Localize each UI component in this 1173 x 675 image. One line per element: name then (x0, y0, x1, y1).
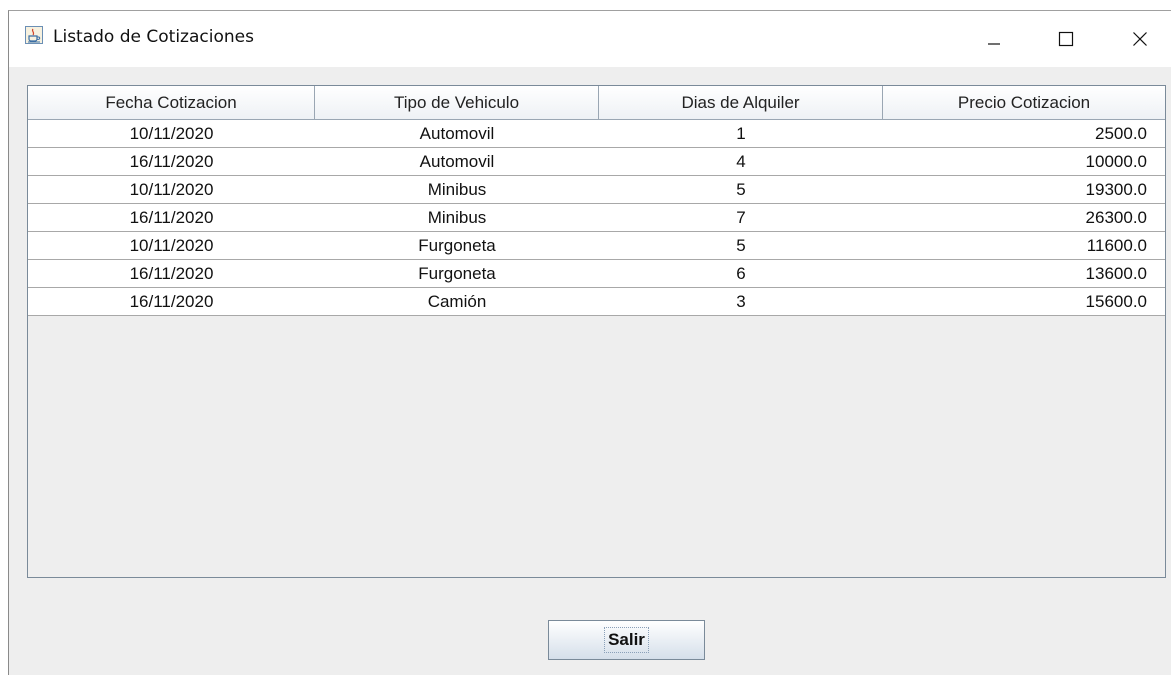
cell-fecha[interactable]: 16/11/2020 (28, 148, 315, 175)
maximize-icon (1058, 31, 1074, 47)
cell-tipo[interactable]: Minibus (315, 204, 599, 231)
quotes-table[interactable]: Fecha Cotizacion Tipo de Vehiculo Dias d… (27, 85, 1166, 578)
cell-dias[interactable]: 6 (599, 260, 883, 287)
cell-precio[interactable]: 19300.0 (883, 176, 1165, 203)
cell-precio[interactable]: 15600.0 (883, 288, 1165, 315)
cell-tipo[interactable]: Camión (315, 288, 599, 315)
cell-tipo[interactable]: Automovil (315, 120, 599, 147)
cell-dias[interactable]: 4 (599, 148, 883, 175)
column-header-fecha[interactable]: Fecha Cotizacion (28, 86, 315, 119)
cell-dias[interactable]: 3 (599, 288, 883, 315)
table-row[interactable]: 10/11/2020 Minibus 5 19300.0 (28, 176, 1165, 204)
cell-dias[interactable]: 5 (599, 176, 883, 203)
cell-fecha[interactable]: 10/11/2020 (28, 120, 315, 147)
cell-precio[interactable]: 2500.0 (883, 120, 1165, 147)
table-row[interactable]: 16/11/2020 Minibus 7 26300.0 (28, 204, 1165, 232)
cell-tipo[interactable]: Furgoneta (315, 260, 599, 287)
cell-precio[interactable]: 13600.0 (883, 260, 1165, 287)
exit-button-label: Salir (604, 627, 649, 653)
cell-tipo[interactable]: Automovil (315, 148, 599, 175)
app-window: Listado de Cotizaciones Fecha Cotizacion… (8, 10, 1171, 675)
cell-fecha[interactable]: 10/11/2020 (28, 176, 315, 203)
table-row[interactable]: 16/11/2020 Furgoneta 6 13600.0 (28, 260, 1165, 288)
column-header-dias[interactable]: Dias de Alquiler (599, 86, 883, 119)
column-header-precio[interactable]: Precio Cotizacion (883, 86, 1165, 119)
cell-dias[interactable]: 5 (599, 232, 883, 259)
cell-fecha[interactable]: 10/11/2020 (28, 232, 315, 259)
table-row[interactable]: 10/11/2020 Automovil 1 2500.0 (28, 120, 1165, 148)
table-header: Fecha Cotizacion Tipo de Vehiculo Dias d… (28, 86, 1165, 120)
title-bar[interactable]: Listado de Cotizaciones (9, 11, 1171, 67)
column-header-tipo[interactable]: Tipo de Vehiculo (315, 86, 599, 119)
table-row[interactable]: 10/11/2020 Furgoneta 5 11600.0 (28, 232, 1165, 260)
cell-fecha[interactable]: 16/11/2020 (28, 288, 315, 315)
table-row[interactable]: 16/11/2020 Automovil 4 10000.0 (28, 148, 1165, 176)
cell-dias[interactable]: 1 (599, 120, 883, 147)
close-button[interactable] (1117, 11, 1163, 67)
java-cup-icon (25, 26, 43, 44)
minimize-button[interactable] (971, 11, 1017, 67)
maximize-button[interactable] (1043, 11, 1089, 67)
window-title: Listado de Cotizaciones (53, 27, 254, 47)
cell-precio[interactable]: 11600.0 (883, 232, 1165, 259)
cell-precio[interactable]: 10000.0 (883, 148, 1165, 175)
cell-tipo[interactable]: Minibus (315, 176, 599, 203)
cell-dias[interactable]: 7 (599, 204, 883, 231)
table-row[interactable]: 16/11/2020 Camión 3 15600.0 (28, 288, 1165, 316)
table-body: 10/11/2020 Automovil 1 2500.0 16/11/2020… (28, 120, 1165, 316)
cell-precio[interactable]: 26300.0 (883, 204, 1165, 231)
cell-fecha[interactable]: 16/11/2020 (28, 260, 315, 287)
cell-fecha[interactable]: 16/11/2020 (28, 204, 315, 231)
cell-tipo[interactable]: Furgoneta (315, 232, 599, 259)
minimize-icon (988, 43, 1000, 45)
exit-button[interactable]: Salir (548, 620, 705, 660)
close-icon (1133, 32, 1147, 46)
